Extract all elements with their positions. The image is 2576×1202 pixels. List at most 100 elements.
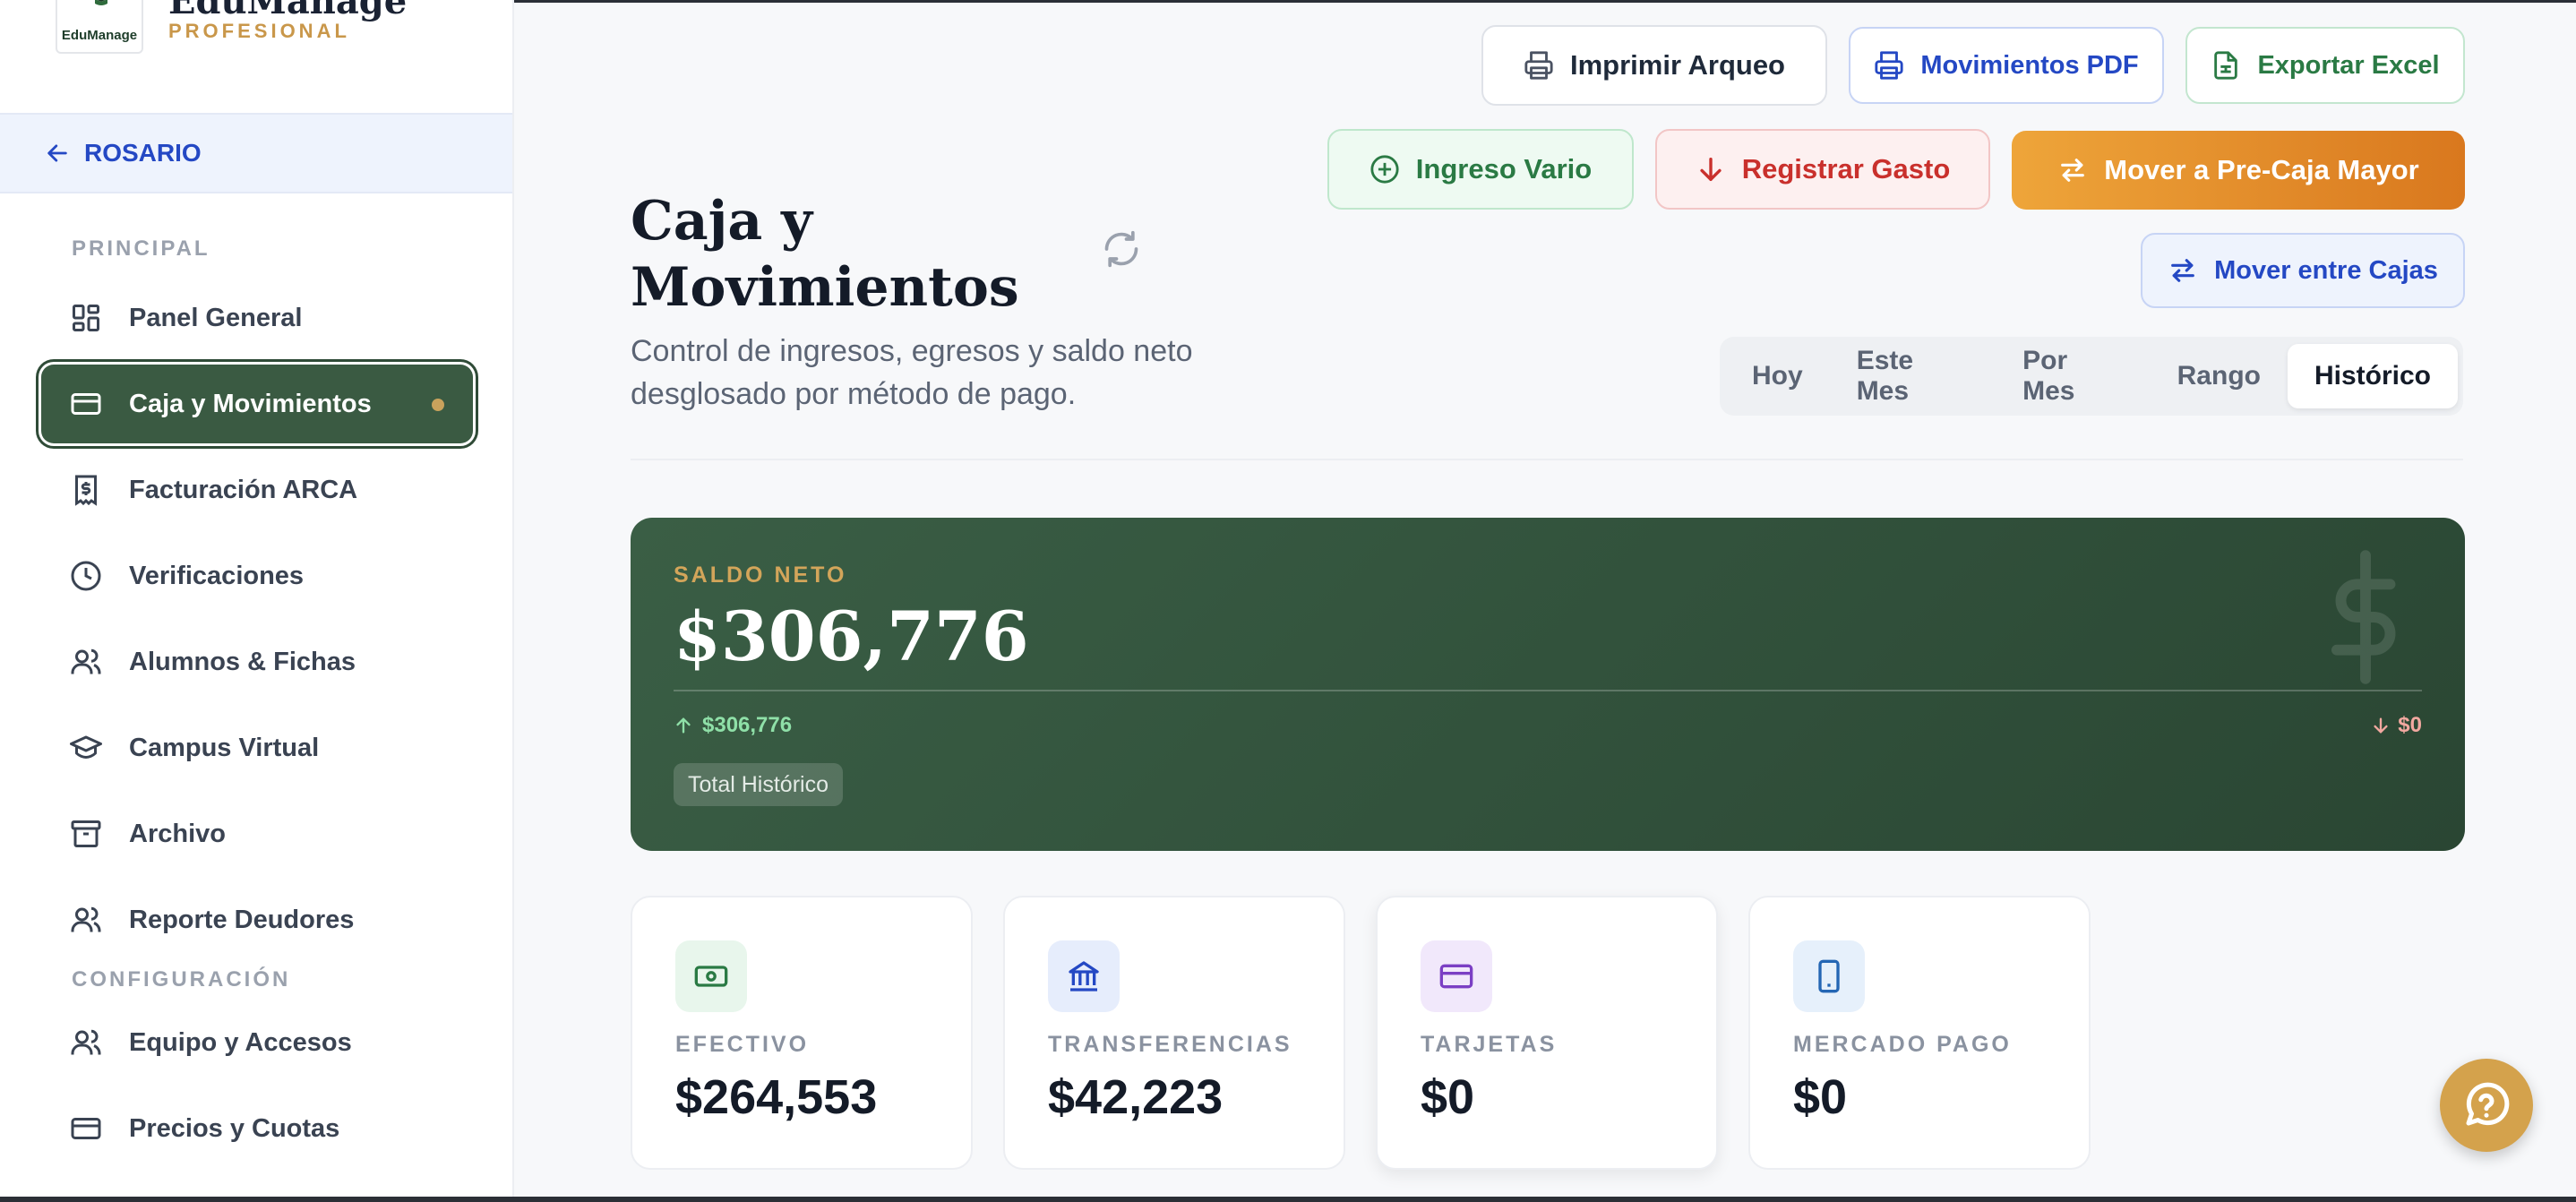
method-icon-wrap	[1421, 940, 1492, 1012]
section-label-principal: PRINCIPAL	[72, 236, 210, 261]
method-label: TARJETAS	[1421, 1032, 1558, 1057]
sidebar-item-reporte-deudores[interactable]: Reporte Deudores	[41, 880, 473, 959]
card-icon	[71, 1118, 101, 1139]
method-icon-wrap	[1048, 940, 1120, 1012]
page-subtitle: Control de ingresos, egresos y saldo net…	[631, 334, 1193, 411]
method-value: $0	[1421, 1070, 1475, 1124]
tab-rango[interactable]: Rango	[2151, 344, 2288, 408]
sidebar-item-label: Verificaciones	[129, 561, 305, 590]
method-value: $42,223	[1048, 1070, 1224, 1124]
ingreso-vario-label: Ingreso Vario	[1415, 153, 1593, 185]
logo-text: EduManage	[61, 28, 138, 43]
sidebar-item-label: Campus Virtual	[129, 733, 320, 762]
method-card-tarjetas: TARJETAS $0	[1376, 896, 1718, 1170]
printer-icon	[1875, 51, 1903, 80]
sidebar-item-label: Caja y Movimientos	[129, 389, 372, 418]
method-card-transferencias: TRANSFERENCIAS $42,223	[1003, 896, 1345, 1170]
card-icon	[71, 393, 101, 415]
tab-historico[interactable]: Histórico	[2287, 344, 2458, 408]
page-title: Caja y Movimientos	[631, 190, 1019, 319]
branch-back-link[interactable]: ROSARIO	[0, 113, 512, 193]
cash-icon	[694, 966, 728, 987]
mover-cajas-label: Mover entre Cajas	[2214, 255, 2438, 285]
sidebar-item-label: Equipo y Accesos	[129, 1027, 352, 1057]
saldo-ingresos-value: $306,776	[702, 713, 793, 737]
saldo-divider	[674, 690, 2422, 691]
sidebar-item-label: Reporte Deudores	[129, 905, 355, 934]
movimientos-pdf-label: Movimientos PDF	[1920, 50, 2139, 80]
print-arqueo-button[interactable]: Imprimir Arqueo	[1481, 25, 1827, 106]
method-label: MERCADO PAGO	[1793, 1032, 2012, 1057]
invoice-dollar-icon	[75, 475, 97, 506]
method-card-mercado-pago: MERCADO PAGO $0	[1748, 896, 2091, 1170]
method-value: $264,553	[675, 1070, 878, 1124]
method-label: EFECTIVO	[675, 1032, 810, 1057]
section-label-configuracion: CONFIGURACIÓN	[72, 967, 291, 992]
mover-entre-cajas-button[interactable]: Mover entre Cajas	[2141, 233, 2465, 308]
users-icon	[71, 648, 101, 674]
method-card-efectivo: EFECTIVO $264,553	[631, 896, 973, 1170]
bank-icon	[1069, 961, 1099, 992]
plus-circle-icon	[1370, 155, 1399, 184]
users-icon	[71, 906, 101, 932]
method-value: $0	[1793, 1070, 1848, 1124]
tab-hoy[interactable]: Hoy	[1725, 344, 1830, 408]
card-icon	[1439, 964, 1473, 989]
sidebar-item-campus-virtual[interactable]: Campus Virtual	[41, 708, 473, 787]
refresh-icon[interactable]	[1102, 229, 1141, 269]
saldo-amount: $306,776	[674, 597, 1029, 676]
movimientos-pdf-button[interactable]: Movimientos PDF	[1849, 27, 2164, 104]
period-tabs: Hoy Este Mes Por Mes Rango Histórico	[1720, 337, 2463, 416]
sidebar: EduManage EduManage PROFESIONAL ROSARIO …	[0, 0, 514, 1202]
transfer-arrows-icon	[2171, 259, 2194, 282]
saldo-ingresos: $306,776	[674, 713, 792, 738]
method-icon-wrap	[1793, 940, 1865, 1012]
transfer-arrows-icon	[2061, 159, 2085, 182]
printer-icon	[1524, 51, 1553, 80]
graduation-cap-icon	[95, 0, 107, 5]
method-label: TRANSFERENCIAS	[1048, 1032, 1292, 1057]
mover-precaja-mayor-button[interactable]: Mover a Pre-Caja Mayor	[2012, 131, 2465, 210]
users-icon	[71, 1029, 101, 1055]
dollar-icon	[2331, 550, 2396, 684]
help-chat-icon	[2466, 1082, 2510, 1126]
print-arqueo-label: Imprimir Arqueo	[1570, 49, 1785, 81]
sidebar-item-label: Alumnos & Fichas	[129, 647, 356, 676]
saldo-label: SALDO NETO	[674, 562, 847, 588]
saldo-egresos: $0	[2371, 713, 2422, 738]
sidebar-item-label: Panel General	[129, 303, 303, 332]
tab-por-mes[interactable]: Por Mes	[1996, 344, 2151, 408]
graduation-cap-icon	[70, 735, 102, 759]
window-bottom-edge	[0, 1197, 2576, 1202]
phone-icon	[1818, 959, 1840, 993]
sidebar-item-equipo-accesos[interactable]: Equipo y Accesos	[41, 1003, 473, 1082]
tab-este-mes[interactable]: Este Mes	[1830, 344, 1996, 408]
sidebar-item-precios-cuotas[interactable]: Precios y Cuotas	[41, 1089, 473, 1168]
sidebar-item-facturacion-arca[interactable]: Facturación ARCA	[41, 451, 473, 529]
sidebar-item-caja-movimientos[interactable]: Caja y Movimientos	[41, 365, 473, 443]
clock-icon	[71, 561, 101, 591]
method-icon-wrap	[675, 940, 747, 1012]
header-divider	[631, 459, 2463, 460]
branch-label: ROSARIO	[84, 139, 202, 167]
export-excel-button[interactable]: Exportar Excel	[2185, 27, 2465, 104]
ingreso-vario-button[interactable]: Ingreso Vario	[1327, 129, 1634, 210]
period-chip: Total Histórico	[674, 763, 843, 806]
arrow-down-icon	[2374, 717, 2388, 734]
sidebar-item-verificaciones[interactable]: Verificaciones	[41, 537, 473, 615]
active-indicator-dot	[432, 399, 444, 411]
sidebar-item-label: Precios y Cuotas	[129, 1113, 340, 1143]
saldo-egresos-value: $0	[2398, 713, 2422, 737]
archive-icon	[71, 820, 101, 847]
brand-tier: PROFESIONAL	[168, 20, 350, 42]
saldo-neto-card: SALDO NETO $306,776 $306,776 $0 Total Hi…	[631, 518, 2465, 851]
arrow-down-icon	[1700, 157, 1722, 182]
registrar-gasto-button[interactable]: Registrar Gasto	[1655, 129, 1990, 210]
sidebar-item-panel-general[interactable]: Panel General	[41, 279, 473, 357]
mover-precaja-label: Mover a Pre-Caja Mayor	[2104, 154, 2419, 185]
help-chat-button[interactable]	[2440, 1059, 2533, 1152]
sidebar-item-alumnos-fichas[interactable]: Alumnos & Fichas	[41, 622, 473, 701]
sidebar-item-archivo[interactable]: Archivo	[41, 794, 473, 873]
export-excel-label: Exportar Excel	[2257, 50, 2440, 80]
registrar-gasto-label: Registrar Gasto	[1741, 153, 1951, 185]
